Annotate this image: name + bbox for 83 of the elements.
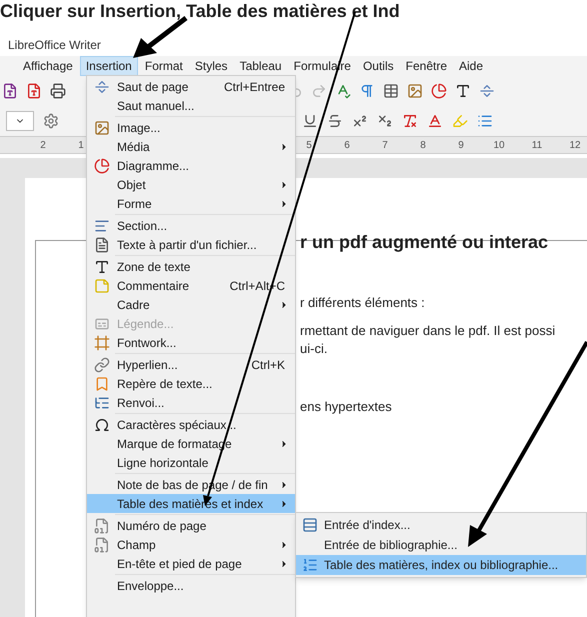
menu-bar-item[interactable]: Fenêtre: [400, 56, 452, 76]
menu-item[interactable]: Cadre: [87, 295, 295, 314]
menu-item[interactable]: Enveloppe...: [87, 576, 295, 595]
caption-icon: [94, 316, 110, 332]
gear-icon[interactable]: [43, 113, 59, 129]
menu-item[interactable]: Numéro de page: [87, 516, 295, 535]
file-icon[interactable]: [2, 83, 18, 99]
document-heading: r un pdf augmenté ou interac: [300, 231, 550, 254]
ruler-label: 1: [77, 138, 85, 152]
section-icon: [94, 218, 110, 234]
subscript-icon[interactable]: [377, 113, 393, 129]
menu-item[interactable]: Forme: [87, 194, 295, 213]
link-icon: [94, 356, 110, 372]
ruler-label: 6: [343, 138, 351, 152]
ruler-label: 5: [305, 138, 313, 152]
pie-chart-icon[interactable]: [431, 83, 447, 99]
menu-item[interactable]: Champ: [87, 535, 295, 554]
menu-item[interactable]: Entrée d'index...: [296, 515, 586, 535]
omega-icon: [94, 416, 110, 432]
page-break-icon: [94, 78, 110, 94]
menu-bar-item[interactable]: Styles: [190, 56, 233, 76]
menu-item[interactable]: Section...: [87, 216, 295, 235]
list-icon[interactable]: [477, 113, 493, 129]
page-number-icon: [94, 518, 110, 534]
dropdown-field[interactable]: [6, 111, 34, 131]
printer-icon[interactable]: [50, 83, 66, 99]
document-icon: [94, 236, 110, 252]
image-icon: [94, 120, 110, 136]
menu-item[interactable]: Objet: [87, 175, 295, 194]
menu-item[interactable]: En-tête et pied de page: [87, 554, 295, 573]
menu-item[interactable]: Table des matières et index: [87, 494, 295, 513]
body-text: rmettant de naviguer dans le pdf. Il est possi: [300, 322, 556, 340]
menu-bar-item[interactable]: Insertion: [80, 56, 138, 76]
cross-reference-icon: [94, 394, 110, 410]
fontwork-icon: [94, 334, 110, 350]
menu-item[interactable]: Ligne horizontale: [87, 453, 295, 472]
body-text: ui-ci.: [300, 340, 328, 358]
ruler-label: 10: [492, 138, 506, 152]
menu-item[interactable]: Fontwork...: [87, 333, 295, 352]
menu-bar-item[interactable]: Tableau: [234, 56, 287, 76]
underline-icon[interactable]: [302, 113, 318, 129]
menu-item[interactable]: Hyperlien... Ctrl+K: [87, 355, 295, 374]
bookmark-icon: [94, 376, 110, 392]
menu-item[interactable]: Saut manuel...: [87, 96, 295, 115]
text-box-icon: [94, 258, 110, 274]
menu-item[interactable]: Renvoi...: [87, 393, 295, 412]
menu-item[interactable]: Image...: [87, 118, 295, 137]
pdf-icon[interactable]: [26, 83, 42, 99]
font-color-icon[interactable]: [427, 113, 443, 129]
body-text: r différents éléments :: [300, 294, 426, 312]
note-icon: [94, 278, 110, 294]
menu-item[interactable]: Saut de page Ctrl+Entree: [87, 77, 295, 96]
menu-item[interactable]: Diagramme...: [87, 156, 295, 175]
menu-bar-item[interactable]: Affichage: [18, 56, 78, 76]
ruler-label: 2: [39, 138, 47, 152]
ruler-label: 9: [457, 138, 465, 152]
menu-bar-item[interactable]: Outils: [358, 56, 399, 76]
ruler-label: 8: [419, 138, 427, 152]
menu-item[interactable]: Repère de texte...: [87, 374, 295, 393]
page-break-icon[interactable]: [479, 83, 495, 99]
body-text: ens hypertextes: [300, 398, 393, 416]
field-icon: [94, 536, 110, 552]
pilcrow-icon[interactable]: [359, 83, 375, 99]
menu-item[interactable]: Zone de texte: [87, 257, 295, 276]
table-icon[interactable]: [383, 83, 399, 99]
pie-chart-icon: [94, 158, 110, 174]
image-icon[interactable]: [407, 83, 423, 99]
table-of-contents-icon: [302, 557, 318, 573]
menu-item[interactable]: Table des matières, index ou bibliographie...: [296, 555, 586, 575]
superscript-icon[interactable]: [352, 113, 368, 129]
clear-formatting-icon[interactable]: [402, 113, 418, 129]
menu-item[interactable]: Texte à partir d'un fichier...: [87, 235, 295, 254]
window-title: LibreOffice Writer: [8, 37, 101, 54]
index-entry-icon: [302, 517, 318, 533]
menu-bar-item[interactable]: Aide: [454, 56, 488, 76]
menu-item[interactable]: Entrée de bibliographie...: [296, 535, 586, 555]
menu-item[interactable]: Média: [87, 137, 295, 156]
strikethrough-icon[interactable]: [327, 113, 343, 129]
menu-bar-item[interactable]: Format: [140, 56, 188, 76]
ruler-label: 11: [530, 138, 544, 152]
ruler-label: 7: [381, 138, 389, 152]
text-box-icon[interactable]: [455, 83, 471, 99]
ruler-label: 12: [568, 138, 582, 152]
